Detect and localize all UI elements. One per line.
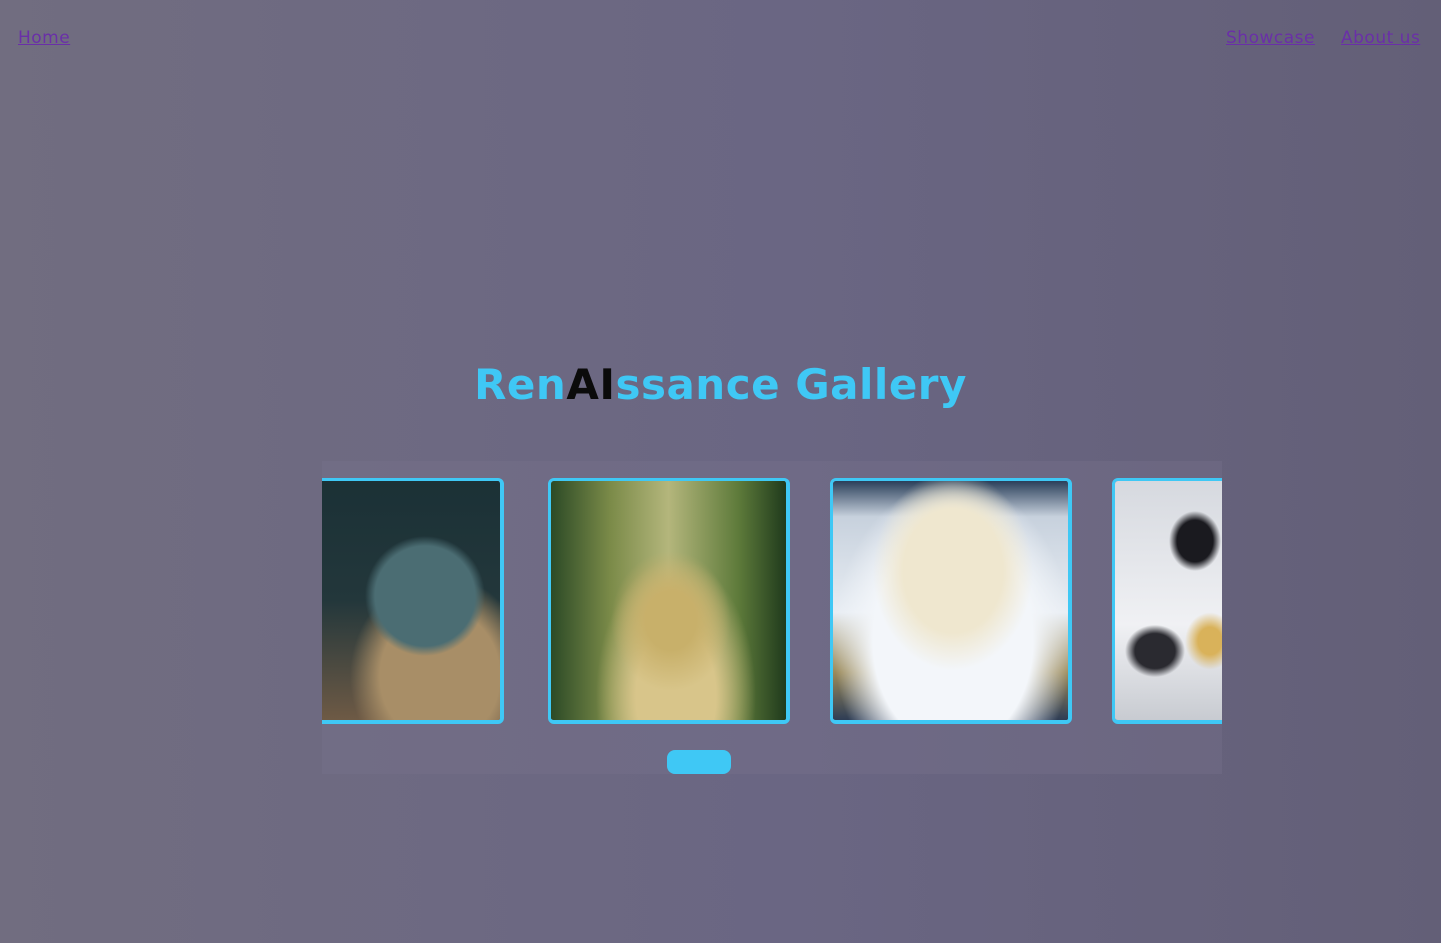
gallery-carousel[interactable]: [322, 461, 1222, 774]
skull-painting-image: [322, 481, 500, 720]
nav-home-link[interactable]: Home: [18, 28, 70, 48]
gallery-card-skull[interactable]: [322, 478, 504, 724]
gallery-card-penguins[interactable]: [1112, 478, 1222, 724]
page-title: RenAIssance Gallery: [0, 360, 1441, 409]
gallery-card-polar-bear[interactable]: [830, 478, 1072, 724]
polar-bear-painting-image: [833, 481, 1068, 720]
title-ai-highlight: AI: [566, 360, 616, 409]
nav-about-link[interactable]: About us: [1341, 28, 1420, 48]
title-part-1: Ren: [474, 360, 567, 409]
carousel-scrollbar-thumb[interactable]: [667, 750, 731, 774]
title-part-2: ssance Gallery: [615, 360, 967, 409]
gallery-card-lioness[interactable]: [548, 478, 790, 724]
penguins-painting-image: [1115, 481, 1222, 720]
lioness-painting-image: [551, 481, 786, 720]
nav-showcase-link[interactable]: Showcase: [1226, 28, 1315, 48]
